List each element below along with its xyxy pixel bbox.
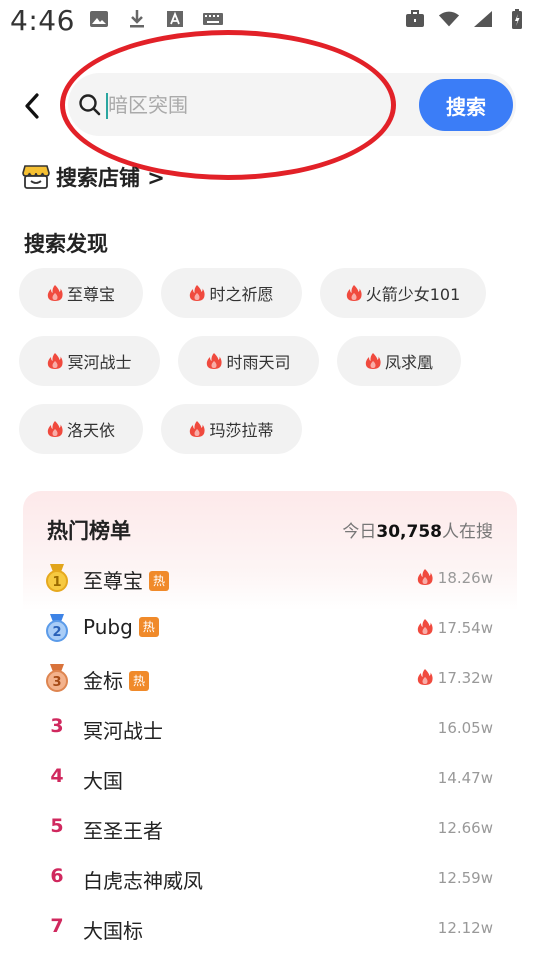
fire-icon xyxy=(190,421,206,437)
search-count: 今日 30,758 人在搜 xyxy=(342,517,493,542)
discover-chip[interactable]: 时之祈愿 xyxy=(161,268,302,318)
status-time: 4:46 xyxy=(10,4,75,37)
search-icon xyxy=(79,94,101,116)
chip-label: 玛莎拉蒂 xyxy=(209,421,274,440)
fire-icon xyxy=(365,353,381,369)
search-count-prefix: 今日 xyxy=(342,522,377,542)
svg-text:1: 1 xyxy=(52,575,61,590)
search-store-link[interactable]: 搜索店铺 > xyxy=(22,162,165,192)
hot-list-row[interactable]: 6 白虎志神威凤 12.59w xyxy=(23,853,517,903)
fire-icon xyxy=(417,619,433,635)
rank-number: 7 xyxy=(50,915,64,937)
fire-icon xyxy=(47,285,63,301)
store-label: 搜索店铺 > xyxy=(56,166,165,190)
chip-label: 凤求凰 xyxy=(384,353,433,372)
chip-label: 时雨天司 xyxy=(226,353,291,372)
svg-text:2: 2 xyxy=(52,625,61,640)
discover-title: 搜索发现 xyxy=(24,232,108,256)
rank-name: 大国标 xyxy=(83,919,143,943)
discover-chip[interactable]: 至尊宝 xyxy=(19,268,143,318)
chip-label: 火箭少女101 xyxy=(365,285,461,304)
rank-number: 3 xyxy=(50,715,64,737)
image-icon xyxy=(88,8,110,30)
discover-chip[interactable]: 时雨天司 xyxy=(178,336,319,386)
hot-list-row[interactable]: 5 至圣王者 12.66w xyxy=(23,803,517,853)
hot-list-row[interactable]: 4 大国 14.47w xyxy=(23,753,517,803)
fire-icon xyxy=(417,569,433,585)
battery-icon xyxy=(506,8,528,30)
fire-icon xyxy=(346,285,362,301)
svg-text:3: 3 xyxy=(52,675,61,690)
search-input[interactable] xyxy=(106,87,406,123)
rank-number: 5 xyxy=(50,815,64,837)
rank-name: 大国 xyxy=(83,769,123,793)
rank-value: 18.26w xyxy=(437,569,493,587)
rank-name: 金标热 xyxy=(83,665,149,694)
hot-list-title: 热门榜单 xyxy=(47,519,131,543)
discover-chip[interactable]: 凤求凰 xyxy=(337,336,461,386)
search-count-value: 30,758 xyxy=(376,522,442,542)
rank-value: 17.32w xyxy=(437,669,493,687)
chip-label: 至尊宝 xyxy=(66,285,115,304)
medal-icon: 1 xyxy=(46,564,68,592)
discover-chip[interactable]: 火箭少女101 xyxy=(320,268,486,318)
medal-icon: 2 xyxy=(46,614,68,642)
hot-list-row[interactable]: 3 冥河战士 16.05w xyxy=(23,703,517,753)
fire-icon xyxy=(207,353,223,369)
rank-value: 12.12w xyxy=(437,919,493,937)
rank-value: 12.66w xyxy=(437,819,493,837)
rank-value: 16.05w xyxy=(437,719,493,737)
chip-label: 时之祈愿 xyxy=(209,285,274,304)
discover-chip[interactable]: 洛天依 xyxy=(19,404,143,454)
a-icon xyxy=(164,8,186,30)
rank-value: 14.47w xyxy=(437,769,493,787)
discover-chip[interactable]: 冥河战士 xyxy=(19,336,160,386)
rank-name: 白虎志神威凤 xyxy=(83,869,203,893)
discover-chip[interactable]: 玛莎拉蒂 xyxy=(161,404,302,454)
fire-icon xyxy=(47,421,63,437)
hot-list-row[interactable]: 7 大国标 12.12w xyxy=(23,903,517,953)
briefcase-icon xyxy=(404,8,426,30)
back-button[interactable] xyxy=(14,88,50,124)
search-button[interactable]: 搜索 xyxy=(419,79,513,131)
hot-list-row[interactable]: 2 Pubg 热 17.54w xyxy=(23,603,517,653)
chip-label: 冥河战士 xyxy=(67,353,132,372)
fire-icon xyxy=(190,285,206,301)
rank-name: Pubg 热 xyxy=(83,615,159,639)
rank-value: 12.59w xyxy=(437,869,493,887)
signal-icon xyxy=(472,8,494,30)
store-icon xyxy=(22,165,50,189)
download-icon xyxy=(126,8,148,30)
rank-number: 6 xyxy=(50,865,64,887)
hot-list-card: 热门榜单 今日 30,758 人在搜 1 至尊宝热 18.26w 2 Pubg 热 17.5… xyxy=(23,491,517,960)
hot-badge: 热 xyxy=(129,671,149,691)
fire-icon xyxy=(417,669,433,685)
hot-list-row[interactable]: 1 至尊宝热 18.26w xyxy=(23,553,517,603)
rank-name: 至尊宝热 xyxy=(83,565,169,594)
rank-value: 17.54w xyxy=(437,619,493,637)
status-bar: 4:46 xyxy=(0,0,540,46)
chip-label: 洛天依 xyxy=(66,421,115,440)
back-arrow-icon xyxy=(25,93,39,119)
wifi-icon xyxy=(438,8,460,30)
hot-badge: 热 xyxy=(138,617,159,637)
keyboard-icon xyxy=(202,8,224,30)
rank-number: 4 xyxy=(50,765,64,787)
rank-name: 冥河战士 xyxy=(83,719,163,743)
search-count-suffix: 人在搜 xyxy=(442,522,493,542)
medal-icon: 3 xyxy=(46,664,68,692)
rank-name: 至圣王者 xyxy=(83,819,163,843)
fire-icon xyxy=(48,353,64,369)
hot-badge: 热 xyxy=(149,571,169,591)
hot-list-row[interactable]: 3 金标热 17.32w xyxy=(23,653,517,703)
